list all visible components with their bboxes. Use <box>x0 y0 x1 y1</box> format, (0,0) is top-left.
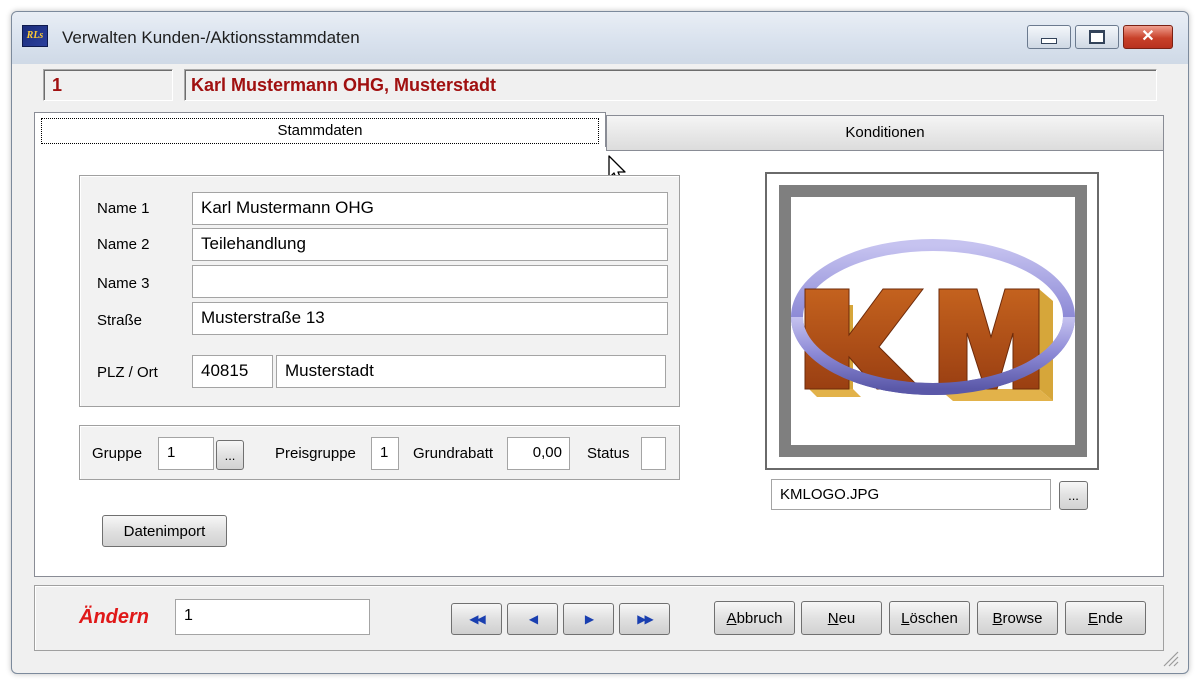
street-label: Straße <box>97 312 143 329</box>
pricegroup-input[interactable]: 1 <box>371 437 399 470</box>
abbruch-button[interactable]: Abbruch <box>714 601 795 635</box>
loeschen-button[interactable]: Löschen <box>889 601 970 635</box>
name3-input[interactable] <box>192 265 668 298</box>
next-record-button[interactable]: ▶ <box>563 603 614 635</box>
discount-label: Grundrabatt <box>413 445 494 462</box>
status-label: Status <box>587 445 630 462</box>
maximize-button[interactable] <box>1075 25 1119 49</box>
browse-button[interactable]: Browse <box>977 601 1058 635</box>
city-input[interactable]: Musterstadt <box>276 355 666 388</box>
datenimport-button[interactable]: Datenimport <box>102 515 227 547</box>
first-record-button[interactable]: ◀◀ <box>451 603 502 635</box>
km-logo-icon <box>791 239 1075 401</box>
status-input[interactable] <box>641 437 666 470</box>
resize-grip-icon[interactable] <box>1160 648 1180 668</box>
next-record-icon: ▶ <box>584 612 594 626</box>
name1-label: Name 1 <box>97 200 150 217</box>
tab-stammdaten[interactable]: Stammdaten <box>34 112 606 147</box>
close-icon: ✕ <box>1141 28 1155 45</box>
mode-label: Ändern <box>79 606 149 628</box>
window-title: Verwalten Kunden-/Aktionsstammdaten <box>62 28 360 47</box>
ende-button[interactable]: Ende <box>1065 601 1146 635</box>
record-input[interactable]: 1 <box>175 599 370 635</box>
street-input[interactable]: Musterstraße 13 <box>192 302 668 335</box>
tab-konditionen[interactable]: Konditionen <box>606 115 1164 151</box>
minimize-icon <box>1041 38 1057 44</box>
app-logo-text: RLs <box>26 30 44 41</box>
maximize-icon <box>1089 30 1105 44</box>
neu-button[interactable]: Neu <box>801 601 882 635</box>
group-label: Gruppe <box>92 445 143 462</box>
group-browse-button[interactable]: ... <box>216 440 244 470</box>
customer-number-display: 1 <box>43 69 173 101</box>
group-input[interactable]: 1 <box>158 437 214 470</box>
customer-name-display: Karl Mustermann OHG, Musterstadt <box>184 69 1157 101</box>
close-button[interactable]: ✕ <box>1123 25 1173 49</box>
pricegroup-label: Preisgruppe <box>275 445 356 462</box>
zip-city-label: PLZ / Ort <box>97 364 158 381</box>
previous-record-button[interactable]: ◀ <box>507 603 558 635</box>
discount-input[interactable]: 0,00 <box>507 437 570 470</box>
logo-browse-button[interactable]: ... <box>1059 481 1088 510</box>
name3-label: Name 3 <box>97 275 150 292</box>
tab-stammdaten-label: Stammdaten <box>41 118 599 144</box>
zip-input[interactable]: 40815 <box>192 355 273 388</box>
previous-record-icon: ◀ <box>528 612 538 626</box>
last-record-button[interactable]: ▶▶ <box>619 603 670 635</box>
logo-image <box>779 185 1087 457</box>
minimize-button[interactable] <box>1027 25 1071 49</box>
last-record-icon: ▶▶ <box>637 612 654 626</box>
first-record-icon: ◀◀ <box>469 612 486 626</box>
name2-label: Name 2 <box>97 236 150 253</box>
name1-input[interactable]: Karl Mustermann OHG <box>192 192 668 225</box>
logo-filename-input[interactable]: KMLOGO.JPG <box>771 479 1051 510</box>
app-logo-icon[interactable]: RLs <box>22 25 48 47</box>
name2-input[interactable]: Teilehandlung <box>192 228 668 261</box>
